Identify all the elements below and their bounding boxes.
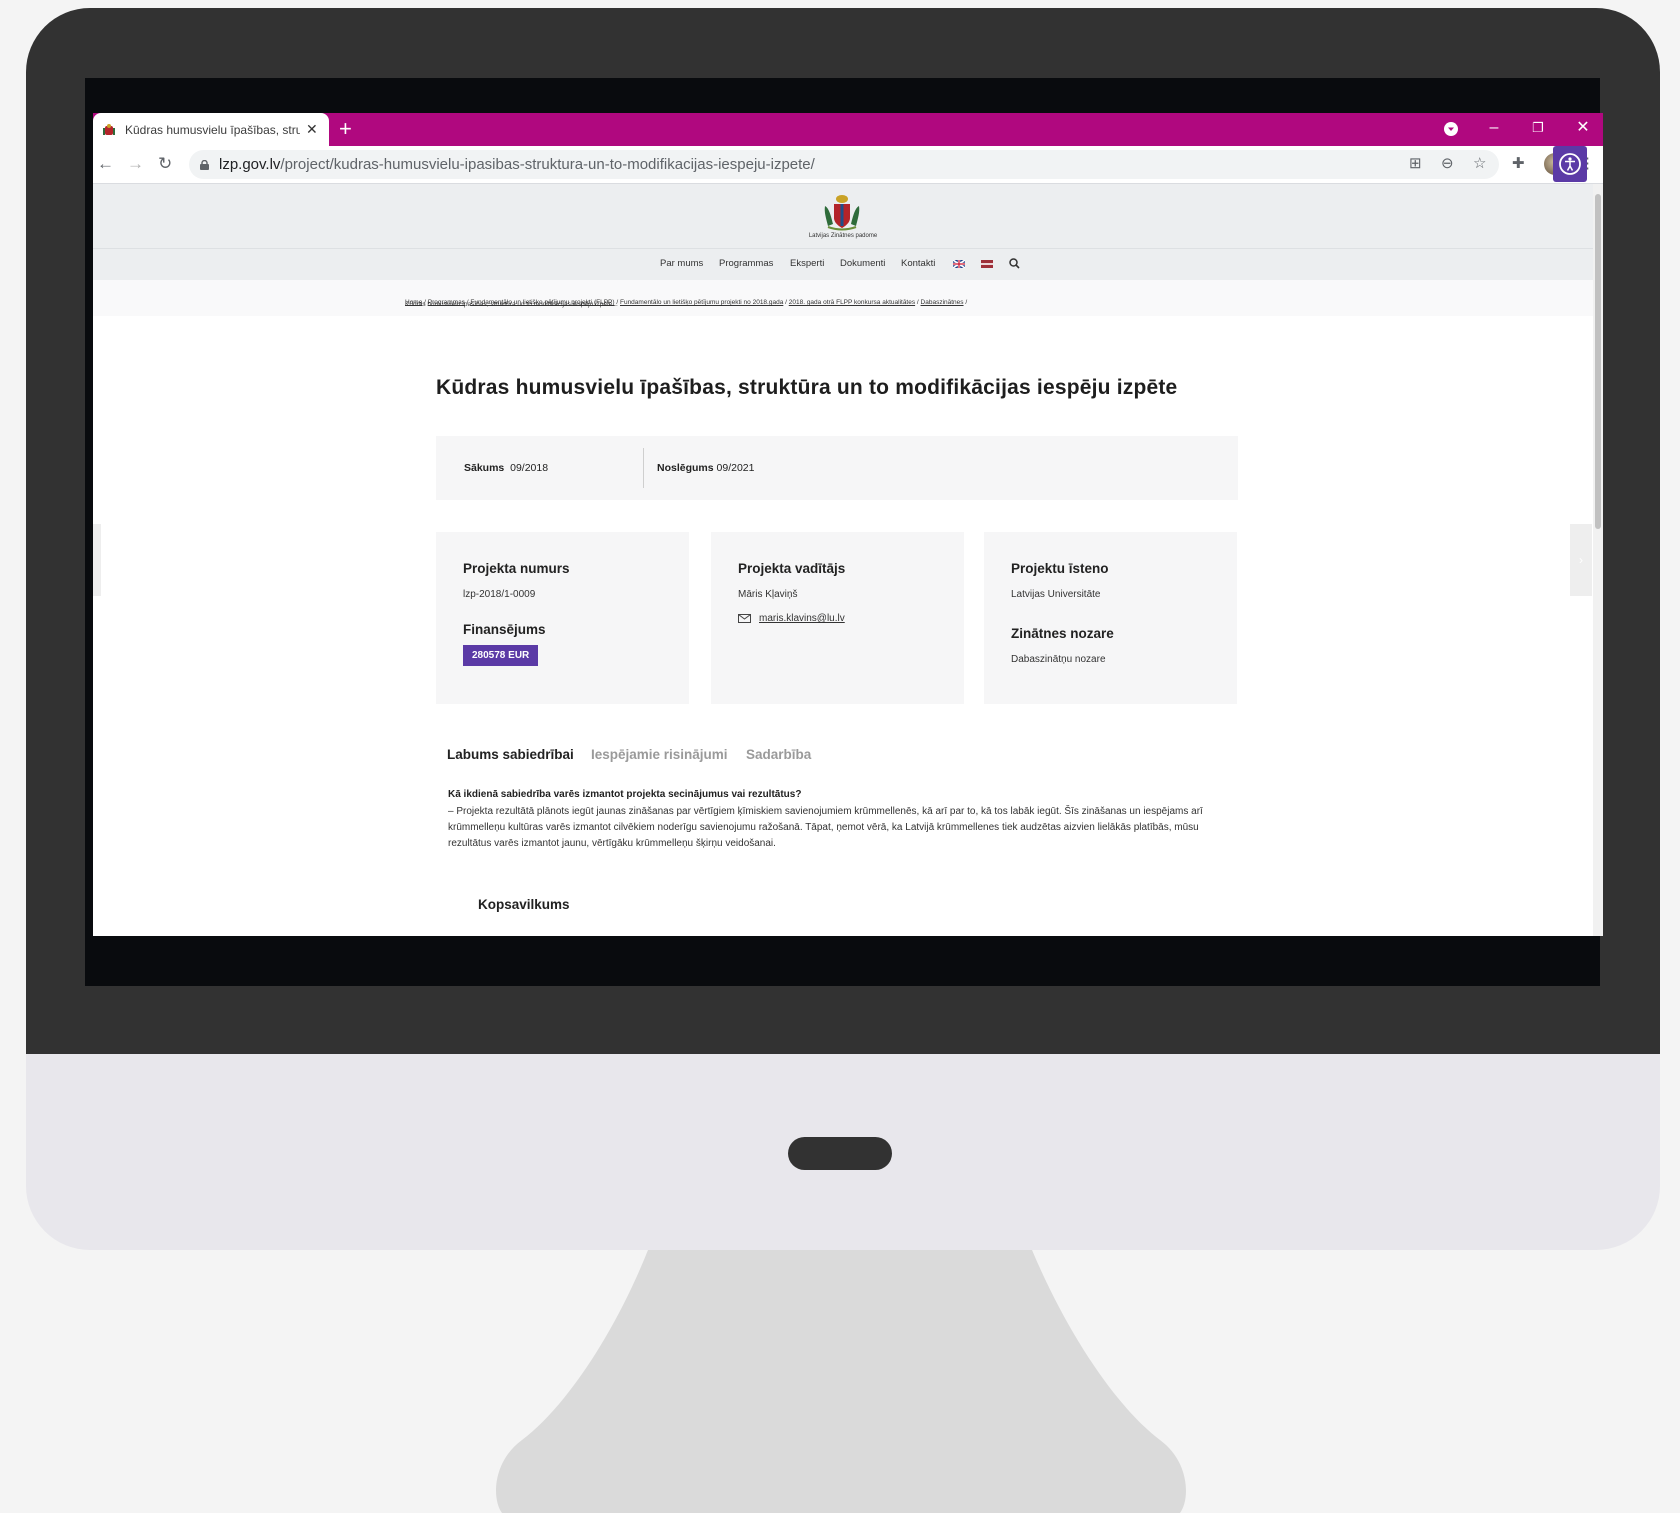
close-window-button[interactable]: ✕ [1563,113,1603,146]
implementer-label: Projektu īsteno [1011,561,1109,576]
tab-close-icon[interactable]: ✕ [306,121,318,138]
bookmark-star-icon[interactable]: ☆ [1473,156,1486,172]
page-title: Kūdras humusvielu īpašības, struktūra un… [436,376,1178,399]
breadcrumb-aktualitates[interactable]: 2018. gada otrā FLPP konkursa aktualitāt… [789,299,915,306]
leader-email-link[interactable]: maris.klavins@lu.lv [759,613,845,624]
tab-title: Kūdras humusvielu īpašības, struk [125,122,300,137]
dates-divider [643,448,644,488]
field-label: Zinātnes nozare [1011,626,1114,641]
nav-par-mums[interactable]: Par mums [660,258,703,269]
nav-programmas[interactable]: Programmas [719,258,773,269]
card-project-leader: Projekta vadītājs Māris Kļaviņš maris.kl… [711,532,964,704]
summary-heading: Kopsavilkums [478,897,570,912]
card-implementer: Projektu īsteno Latvijas Universitāte Zi… [984,532,1237,704]
latvian-flag-icon[interactable] [981,260,993,268]
prev-project-handle[interactable] [93,524,101,596]
logo-text: Latvijas Zinātnes padome [808,233,878,239]
funding-badge: 280578 EUR [463,645,539,666]
url-host: lzp.gov.lv [219,156,281,173]
nav-kontakti[interactable]: Kontakti [901,258,935,269]
lock-icon [200,159,209,170]
tab-strip: Kūdras humusvielu īpašības, struk ✕ + – … [93,113,1603,146]
card-project-number: Projekta numurs lzp-2018/1-0009 Finansēj… [436,532,689,704]
tab-sadarbiba[interactable]: Sadarbība [746,747,811,762]
leader-name: Māris Kļaviņš [738,589,798,600]
accessibility-icon [1559,153,1581,175]
next-project-handle[interactable]: › [1570,524,1592,596]
site-navigation: Par mums Programmas Eksperti Dokumenti K… [93,248,1593,281]
back-icon[interactable]: ← [97,154,114,174]
tab-iespejamie-risinajumi[interactable]: Iespējamie risinājumi [591,747,728,762]
benefit-answer: – Projekta rezultātā plānots iegūt jauna… [448,806,1203,849]
zoom-icon[interactable]: ⊖ [1441,156,1454,172]
project-number-label: Projekta numurs [463,561,570,576]
coat-of-arms-logo[interactable] [818,192,866,232]
url-field[interactable]: lzp.gov.lv/project/kudras-humusvielu-ipa… [189,150,1499,179]
accessibility-button[interactable] [1553,146,1587,182]
profile-menu-icon[interactable] [1443,121,1459,137]
restore-button[interactable]: ❐ [1518,113,1558,146]
page-viewport: Latvijas Zinātnes padome Par mums Progra… [93,184,1593,936]
page-scrollbar[interactable] [1593,184,1603,936]
tab-labums-sabiedribai[interactable]: Labums sabiedrībai [447,747,574,762]
minimize-button[interactable]: – [1474,113,1514,146]
address-bar-row: ← → ↻ lzp.gov.lv/project/kudras-humusvie… [93,146,1603,184]
scrollbar-thumb[interactable] [1595,194,1601,529]
monitor-button [788,1137,892,1170]
field-value: Dabaszinātņu nozare [1011,654,1106,665]
breadcrumb-dabaszinatnes[interactable]: Dabaszinātnes [921,299,964,306]
leader-label: Projekta vadītājs [738,561,846,576]
breadcrumb-flpp-2018[interactable]: Fundamentālo un lietišķo pētījumu projek… [620,299,783,306]
funding-label: Finansējums [463,622,546,637]
breadcrumb: Home / Programmas / Fundamentālo un liet… [93,280,1593,316]
implementer-value: Latvijas Universitāte [1011,589,1101,600]
english-flag-icon[interactable] [953,260,965,268]
project-dates: Sākums 09/202109/2018 Noslēgums 09/2021 [436,436,1238,500]
site-favicon-icon [103,123,115,135]
end-date: Noslēgums 09/2021 [657,462,755,474]
extensions-icon[interactable]: ✚ [1512,156,1525,172]
url-path: /project/kudras-humusvielu-ipasibas-stru… [280,156,815,173]
site-header: Latvijas Zinātnes padome [93,184,1593,248]
mail-icon [738,614,751,623]
breadcrumb-current: Kūdras humusvielu īpašības, struktūra un… [405,301,618,308]
browser-tab[interactable]: Kūdras humusvielu īpašības, struk ✕ [93,113,329,146]
browser-window: Kūdras humusvielu īpašības, struk ✕ + – … [93,113,1603,936]
nav-dokumenti[interactable]: Dokumenti [840,258,885,269]
translate-icon[interactable]: ⊞ [1409,156,1422,172]
reload-icon[interactable]: ↻ [158,154,172,174]
new-tab-button[interactable]: + [339,117,352,141]
nav-eksperti[interactable]: Eksperti [790,258,824,269]
project-number-value: lzp-2018/1-0009 [463,589,536,600]
start-date: Sākums 09/202109/2018 [464,462,549,474]
search-icon[interactable] [1009,258,1020,269]
forward-icon[interactable]: → [127,154,144,174]
benefit-question: Kā ikdienā sabiedrība varēs izmantot pro… [448,789,802,800]
